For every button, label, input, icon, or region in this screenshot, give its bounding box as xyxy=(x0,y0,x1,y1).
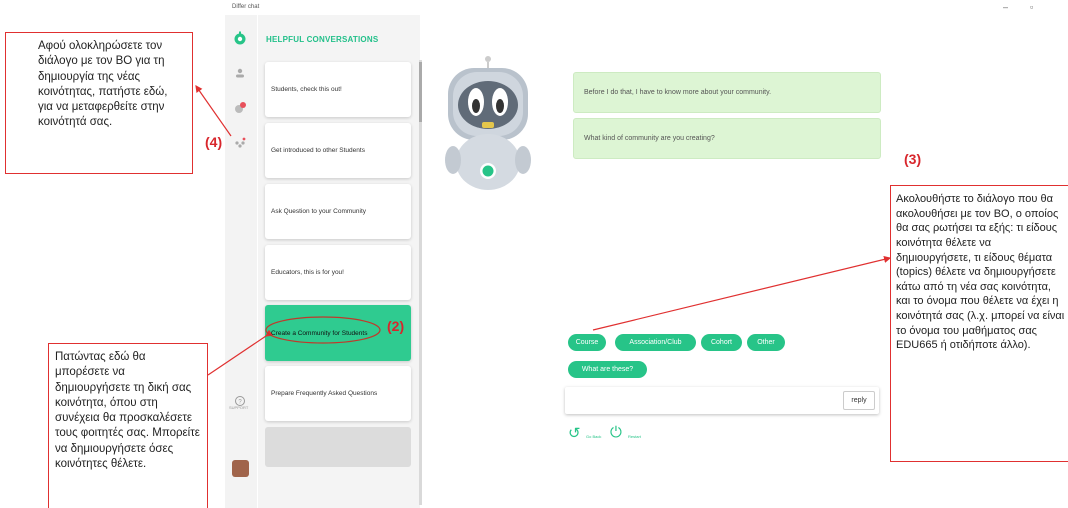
annotation-tag-4: (4) xyxy=(205,134,223,150)
annotation-note-community: Αφού ολοκληρώσετε τον διάλογο με τον BO … xyxy=(5,32,193,174)
arrow-note3 xyxy=(592,255,892,331)
annotation-tag-2: (2) xyxy=(387,318,405,334)
annotation-tag-3: (3) xyxy=(904,151,922,167)
arrow-note2 xyxy=(207,329,273,376)
annotation-note-dialogue: Ακολουθήστε το διάλογο που θα ακολουθήσε… xyxy=(890,185,1068,462)
annotation-note-create: Πατώντας εδώ θα μπορέσετε να δημιουργήσε… xyxy=(48,343,208,508)
arrow-note1 xyxy=(195,85,232,137)
highlight-ellipse xyxy=(265,316,381,344)
